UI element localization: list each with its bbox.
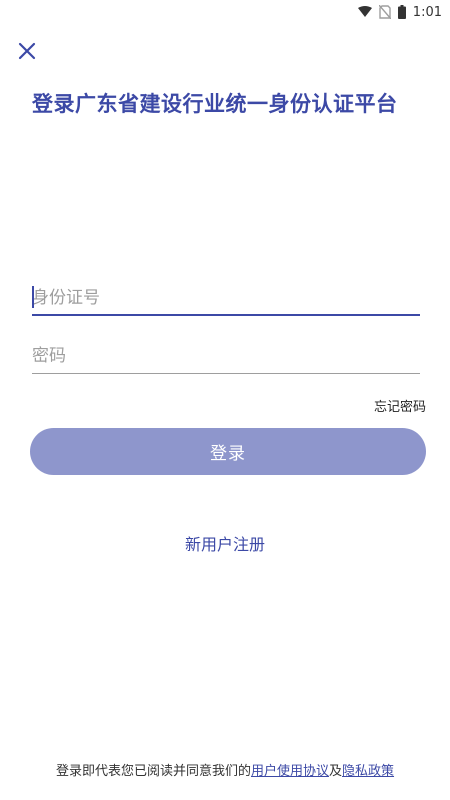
id-number-field	[32, 282, 420, 316]
close-button[interactable]	[16, 40, 38, 62]
register-link[interactable]: 新用户注册	[0, 531, 450, 555]
user-agreement-link[interactable]: 用户使用协议	[251, 764, 329, 779]
status-bar: 1:01	[0, 0, 450, 24]
agreement-notice: 登录即代表您已阅读并同意我们的用户使用协议及隐私政策	[0, 760, 450, 779]
password-field	[32, 340, 420, 374]
privacy-policy-link[interactable]: 隐私政策	[342, 764, 394, 779]
forgot-password-link[interactable]: 忘记密码	[374, 396, 426, 415]
close-icon	[18, 42, 36, 60]
text-cursor	[32, 286, 34, 308]
login-button[interactable]: 登录	[30, 428, 426, 475]
no-sim-icon	[378, 5, 391, 19]
page-title: 登录广东省建设行业统一身份认证平台	[32, 92, 398, 116]
battery-icon	[397, 5, 406, 19]
agreement-and: 及	[329, 764, 343, 779]
agreement-prefix: 登录即代表您已阅读并同意我们的	[55, 764, 251, 779]
password-underline	[32, 373, 420, 374]
id-number-input[interactable]	[32, 282, 420, 314]
status-time: 1:01	[412, 4, 442, 20]
id-number-underline	[32, 314, 420, 316]
password-input[interactable]	[32, 340, 420, 372]
wifi-icon	[357, 6, 372, 18]
login-screen: 1:01 登录广东省建设行业统一身份认证平台 忘记密码 登录 新用户注册 登录即…	[0, 0, 450, 800]
